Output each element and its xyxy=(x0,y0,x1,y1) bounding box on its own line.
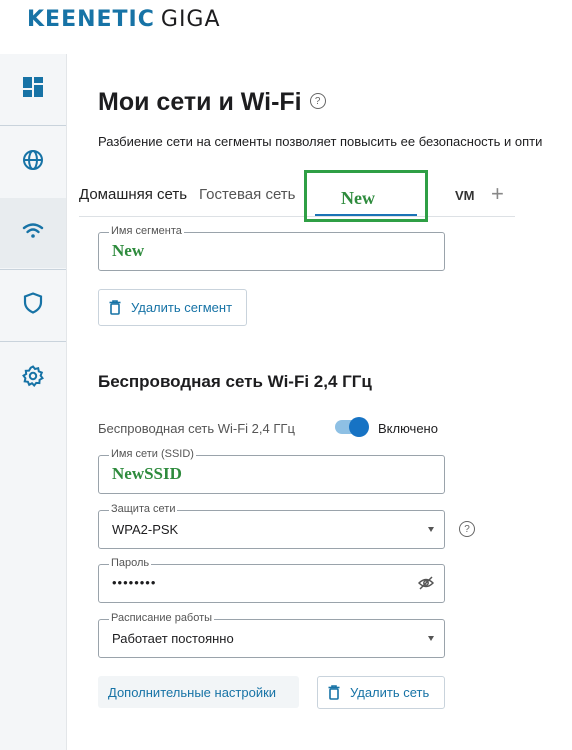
advanced-settings-button[interactable]: Дополнительные настройки xyxy=(98,676,299,708)
globe-icon xyxy=(22,149,44,176)
wifi-toggle[interactable] xyxy=(335,417,369,437)
password-value: •••••••• xyxy=(112,575,157,590)
delete-segment-button[interactable]: Удалить сегмент xyxy=(98,289,247,326)
segment-tabs: Домашняя сеть Гостевая сеть New VM + xyxy=(79,178,515,217)
wifi-toggle-label: Беспроводная сеть Wi-Fi 2,4 ГГц xyxy=(98,421,295,436)
tab-guest-network[interactable]: Гостевая сеть xyxy=(199,186,295,203)
toggle-knob xyxy=(349,417,369,437)
add-segment-button[interactable]: + xyxy=(491,181,504,207)
trash-icon xyxy=(328,685,340,700)
ssid-field[interactable]: Имя сети (SSID) NewSSID xyxy=(98,448,445,494)
brand-logo[interactable]: KEENETIC GIGA xyxy=(27,7,221,32)
sidebar xyxy=(0,54,67,750)
wifi-icon xyxy=(22,222,44,245)
brand-name: KEENETIC xyxy=(27,7,155,32)
chevron-down-icon xyxy=(428,527,434,532)
ssid-value: NewSSID xyxy=(112,464,182,483)
shield-icon xyxy=(23,291,43,319)
segment-name-field[interactable]: Имя сегмента New xyxy=(98,225,445,271)
security-value: WPA2-PSK xyxy=(112,522,179,537)
sidebar-item-settings[interactable] xyxy=(0,343,66,413)
eye-off-icon[interactable] xyxy=(417,576,435,595)
delete-network-button[interactable]: Удалить сеть xyxy=(317,676,445,709)
sidebar-item-internet[interactable] xyxy=(0,127,66,197)
gear-icon xyxy=(22,364,44,392)
schedule-legend: Расписание работы xyxy=(109,612,215,624)
password-legend: Пароль xyxy=(109,557,152,569)
tab-highlight-box xyxy=(304,170,428,222)
wifi-toggle-state: Включено xyxy=(378,421,438,436)
ssid-legend: Имя сети (SSID) xyxy=(109,448,196,460)
page-title: Мои сети и Wi-Fi? xyxy=(98,88,326,117)
sidebar-divider xyxy=(0,341,66,342)
sidebar-item-security[interactable] xyxy=(0,270,66,340)
password-field[interactable]: Пароль •••••••• xyxy=(98,557,445,603)
chevron-down-icon xyxy=(428,636,434,641)
security-legend: Защита сети xyxy=(109,503,178,515)
security-select[interactable]: Защита сети WPA2-PSK xyxy=(98,503,445,549)
sidebar-divider xyxy=(0,125,66,126)
tab-vm[interactable]: VM xyxy=(455,188,475,203)
schedule-value: Работает постоянно xyxy=(112,631,234,646)
dashboard-icon xyxy=(22,76,44,103)
segment-name-legend: Имя сегмента xyxy=(109,225,184,237)
wifi-section-title: Беспроводная сеть Wi-Fi 2,4 ГГц xyxy=(98,372,372,391)
page-description: Разбиение сети на сегменты позволяет пов… xyxy=(98,134,543,149)
delete-network-label: Удалить сеть xyxy=(350,685,430,700)
segment-name-value: New xyxy=(112,241,145,260)
main-content: Мои сети и Wi-Fi? Разбиение сети на сегм… xyxy=(67,54,572,750)
tab-home-network[interactable]: Домашняя сеть xyxy=(79,186,187,203)
top-bar: KEENETIC GIGA xyxy=(0,0,572,54)
delete-segment-label: Удалить сегмент xyxy=(131,300,233,315)
brand-model: GIGA xyxy=(160,7,221,32)
schedule-select[interactable]: Расписание работы Работает постоянно xyxy=(98,612,445,658)
trash-icon xyxy=(109,300,121,315)
sidebar-item-wifi[interactable] xyxy=(0,198,66,268)
sidebar-item-dashboard[interactable] xyxy=(0,54,66,124)
help-icon[interactable]: ? xyxy=(309,93,326,110)
help-icon[interactable]: ? xyxy=(459,521,475,537)
